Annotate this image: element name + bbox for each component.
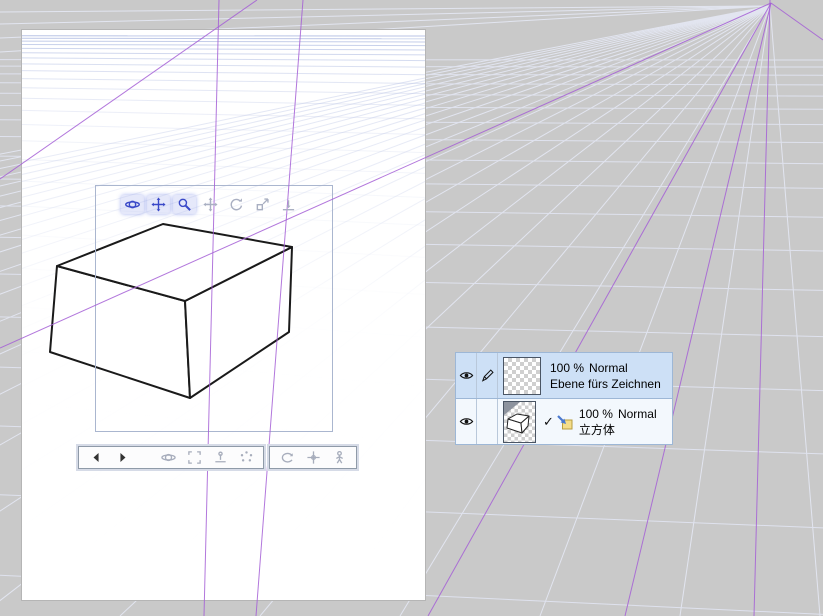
layer-info: 100 % Normal 立方体: [579, 406, 657, 438]
layer-row-drawing[interactable]: 100 % Normal Ebene fürs Zeichnen: [455, 352, 673, 399]
camera-orbit-button[interactable]: [155, 448, 181, 467]
layer-check-mark: ✓: [543, 413, 554, 429]
object-rotate-button[interactable]: [225, 195, 248, 214]
pan-model-button[interactable]: [300, 448, 326, 467]
reset-dots-icon: [240, 451, 252, 462]
previous-icon: [93, 453, 99, 462]
layer-blend-mode: Normal: [589, 360, 628, 375]
pen-icon: [481, 369, 494, 382]
pose-icon: [335, 450, 343, 464]
layer-name: Ebene fürs Zeichnen: [550, 376, 661, 391]
camera-rotate-button[interactable]: [121, 195, 144, 214]
fit-view-button[interactable]: [181, 448, 207, 467]
layer-name: 立方体: [578, 422, 615, 437]
pose-button[interactable]: [326, 448, 352, 467]
eye-icon: [459, 372, 473, 379]
next-icon: [119, 453, 125, 462]
layer-info: 100 % Normal Ebene fürs Zeichnen: [550, 360, 661, 392]
layer-visibility-cell[interactable]: [456, 399, 477, 444]
layer-blend-mode: Normal: [617, 406, 657, 421]
camera-toolbar-group-1: [78, 446, 264, 469]
camera-orbit-icon: [160, 453, 176, 462]
layer-palette: 100 % Normal Ebene fürs Zeichnen ✓ 100 %…: [455, 352, 673, 445]
layer-edit-cell: [477, 399, 498, 444]
object-move-icon: [203, 197, 218, 212]
layer-opacity: 100 %: [578, 406, 613, 421]
layer-thumbnail[interactable]: [503, 356, 541, 395]
3d-layer-badge-icon: [557, 414, 573, 429]
camera-level-icon: [214, 451, 226, 463]
reset-view-button[interactable]: [233, 448, 259, 467]
previous-button[interactable]: [83, 448, 109, 467]
object-scale-button[interactable]: [251, 195, 274, 214]
layer-row-cube[interactable]: ✓ 100 % Normal 立方体: [455, 398, 673, 445]
rotate-model-button[interactable]: [274, 448, 300, 467]
camera-rotate-icon: [125, 200, 140, 209]
layer-opacity: 100 %: [550, 360, 585, 375]
layer-edit-cell[interactable]: [477, 353, 498, 398]
3d-workspace: 100 % Normal Ebene fürs Zeichnen ✓ 100 %…: [0, 0, 823, 616]
pan-model-icon: [306, 451, 320, 464]
camera-zoom-button[interactable]: [173, 195, 196, 214]
cube-thumbnail-icon: [504, 401, 530, 433]
camera-level-button[interactable]: [207, 448, 233, 467]
camera-zoom-icon: [178, 198, 191, 211]
layer-visibility-cell[interactable]: [456, 353, 477, 398]
camera-pan-button[interactable]: [147, 195, 170, 214]
eye-icon: [459, 418, 473, 425]
object-scale-icon: [256, 198, 269, 211]
object-launcher-toolbar: [121, 195, 300, 214]
fit-view-icon: [187, 451, 201, 464]
camera-pan-icon: [151, 197, 166, 212]
camera-toolbar: [78, 446, 357, 469]
camera-toolbar-group-2: [269, 446, 357, 469]
object-move-button[interactable]: [199, 195, 222, 214]
next-button[interactable]: [109, 448, 135, 467]
rotate-model-icon: [281, 452, 293, 463]
canvas-page[interactable]: [22, 30, 425, 600]
object-rotate-icon: [230, 198, 243, 211]
selection-bounding-box[interactable]: [95, 185, 333, 432]
layer-thumbnail-cube[interactable]: [503, 400, 536, 443]
object-ground-icon: [282, 200, 295, 211]
object-ground-button[interactable]: [277, 195, 300, 214]
